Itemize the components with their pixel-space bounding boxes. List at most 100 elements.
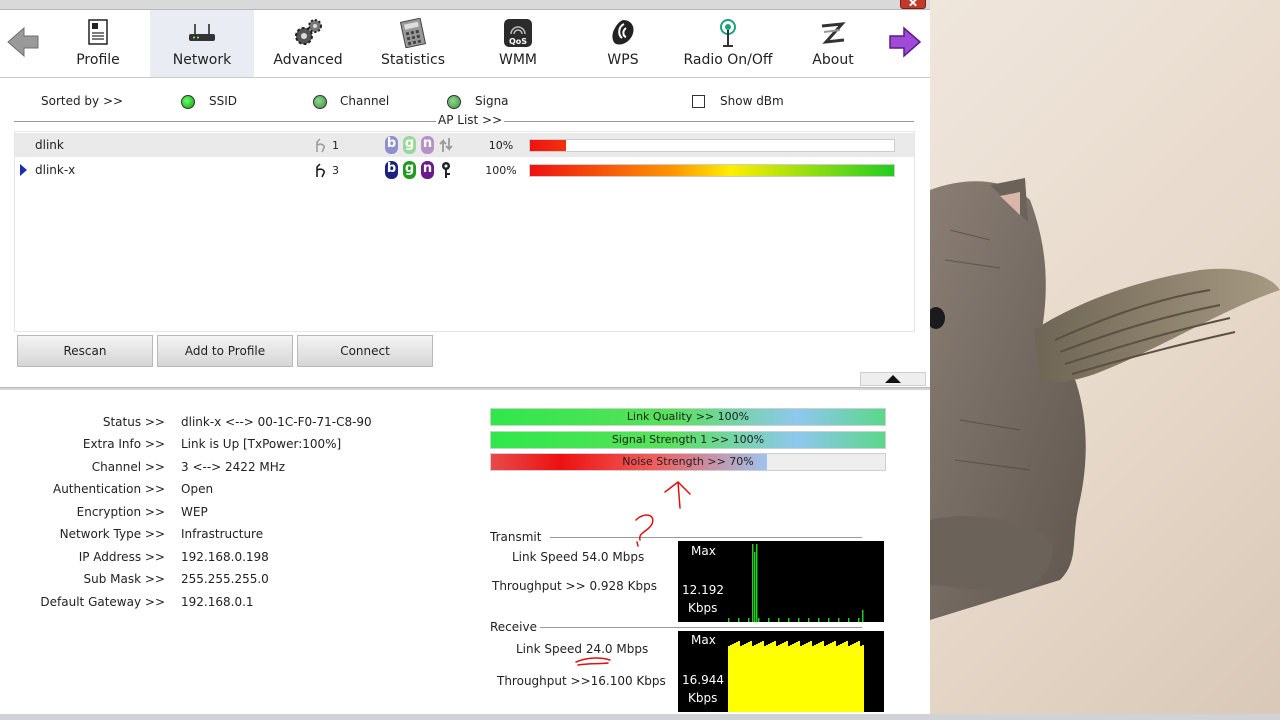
calculator-icon — [399, 18, 427, 48]
sort-ssid-radio[interactable] — [181, 95, 195, 109]
tab-label: WPS — [607, 52, 639, 68]
graph-bar — [846, 641, 848, 712]
encryption-value: WEP — [181, 505, 208, 519]
receive-divider — [540, 627, 862, 628]
forward-arrow-icon[interactable] — [888, 24, 922, 60]
connect-button[interactable]: Connect — [297, 335, 433, 367]
add-to-profile-button[interactable]: Add to Profile — [157, 335, 293, 367]
main-toolbar: Profile Network Advanced Statistics QoS … — [0, 10, 930, 78]
tab-network[interactable]: Network — [150, 10, 254, 77]
tab-wps[interactable]: WPS — [571, 10, 675, 77]
tab-statistics[interactable]: Statistics — [361, 10, 465, 77]
transmit-graph: Max 12.192 Kbps — [678, 541, 884, 622]
rescan-button[interactable]: Rescan — [17, 335, 153, 367]
default-gateway-value: 192.168.0.1 — [181, 595, 254, 609]
ap-signal-fill — [530, 165, 894, 176]
graph-bar — [736, 642, 738, 712]
tab-profile[interactable]: Profile — [46, 10, 150, 77]
ap-list[interactable]: dlink 1 b g n 10% dlink-x 3 b g n 100% — [14, 131, 915, 332]
winged-kitten-image — [927, 178, 1280, 621]
badge-b-icon: b — [385, 161, 398, 179]
graph-bar — [822, 641, 824, 712]
receive-link-speed: Link Speed 24.0 Mbps — [516, 642, 649, 656]
tab-label: Profile — [76, 52, 120, 68]
profile-icon — [88, 19, 108, 45]
channel-label: Channel >> — [91, 460, 165, 474]
ap-row[interactable]: dlink 1 b g n 10% — [15, 133, 914, 157]
tab-advanced[interactable]: Advanced — [256, 10, 360, 77]
wireless-utility-window: Profile Network Advanced Statistics QoS … — [0, 0, 930, 720]
ap-row[interactable]: dlink-x 3 b g n 100% — [15, 158, 914, 182]
extra-info-value: Link is Up [TxPower:100%] — [181, 437, 342, 451]
graph-bar — [802, 645, 804, 712]
taskbar — [0, 714, 1280, 720]
back-arrow-icon[interactable] — [6, 24, 40, 60]
encryption-label: Encryption >> — [76, 505, 165, 519]
graph-bar — [850, 645, 852, 712]
collapse-panel-button[interactable] — [860, 372, 926, 386]
graph-bar — [810, 641, 812, 712]
graph-bar — [782, 643, 784, 712]
receive-graph-plot — [728, 641, 864, 712]
close-button[interactable] — [900, 0, 926, 9]
graph-bar — [740, 646, 742, 712]
graph-bar — [788, 618, 790, 622]
graph-bar — [852, 644, 854, 712]
graph-bar — [728, 618, 730, 622]
radio-antenna-icon — [720, 19, 736, 47]
graph-bar — [746, 643, 748, 712]
graph-bar — [756, 644, 758, 712]
tab-label: Advanced — [273, 52, 343, 68]
badge-n-icon: n — [421, 136, 434, 154]
graph-bar — [826, 645, 828, 712]
graph-bar — [752, 544, 754, 622]
graph-bar — [738, 618, 740, 622]
graph-bar — [858, 641, 860, 712]
graph-bar — [744, 644, 746, 712]
sort-channel-radio[interactable] — [313, 95, 327, 109]
graph-bar — [758, 643, 760, 712]
transmit-link-speed: Link Speed 54.0 Mbps — [512, 550, 645, 564]
ap-signal-percent: 10% — [488, 139, 514, 152]
tab-about[interactable]: About — [781, 10, 885, 77]
channel-hand-icon — [316, 163, 325, 178]
authentication-label: Authentication >> — [52, 482, 165, 496]
graph-bar — [776, 646, 778, 712]
show-dbm-checkbox[interactable] — [692, 95, 705, 108]
tab-radio-on-off[interactable]: Radio On/Off — [676, 10, 780, 77]
key-icon — [442, 162, 450, 178]
graph-bar — [848, 646, 850, 712]
graph-bar — [772, 642, 774, 712]
graph-bar — [778, 618, 780, 622]
graph-bar — [834, 641, 836, 712]
title-bar — [0, 0, 930, 10]
graph-bar — [854, 643, 856, 712]
receive-throughput: Throughput >>16.100 Kbps — [497, 674, 666, 688]
meter-text: Link Quality >> 100% — [626, 410, 750, 423]
tab-wmm[interactable]: QoS WMM — [466, 10, 570, 77]
ap-signal-fill — [530, 140, 566, 151]
ap-ssid: dlink-x — [35, 163, 76, 177]
receive-title: Receive — [490, 620, 537, 634]
tab-label: Statistics — [381, 52, 445, 68]
signal-strength-meter: Signal Strength 1 >> 100% — [490, 431, 886, 449]
svg-text:QoS: QoS — [509, 37, 527, 46]
tab-label: Radio On/Off — [683, 52, 773, 68]
graph-bar — [762, 641, 764, 712]
graph-bar — [842, 643, 844, 712]
meter-text: Signal Strength 1 >> 100% — [611, 433, 765, 446]
graph-bar — [760, 642, 762, 712]
graph-bar — [778, 645, 780, 712]
sort-row: Sorted by >> SSID Channel Signa Show dBm — [0, 88, 930, 116]
tab-label: WMM — [498, 52, 537, 68]
sort-signal-radio[interactable] — [447, 95, 461, 109]
graph-bar — [794, 643, 796, 712]
transmit-title: Transmit — [490, 530, 542, 544]
about-logo-icon — [821, 22, 846, 44]
channel-value: 3 <--> 2422 MHz — [181, 460, 286, 474]
meter-text: Noise Strength >> 70% — [622, 455, 754, 468]
graph-bar — [774, 641, 776, 712]
graph-bar — [818, 618, 820, 622]
graph-bar — [812, 646, 814, 712]
graph-bar — [756, 544, 758, 622]
